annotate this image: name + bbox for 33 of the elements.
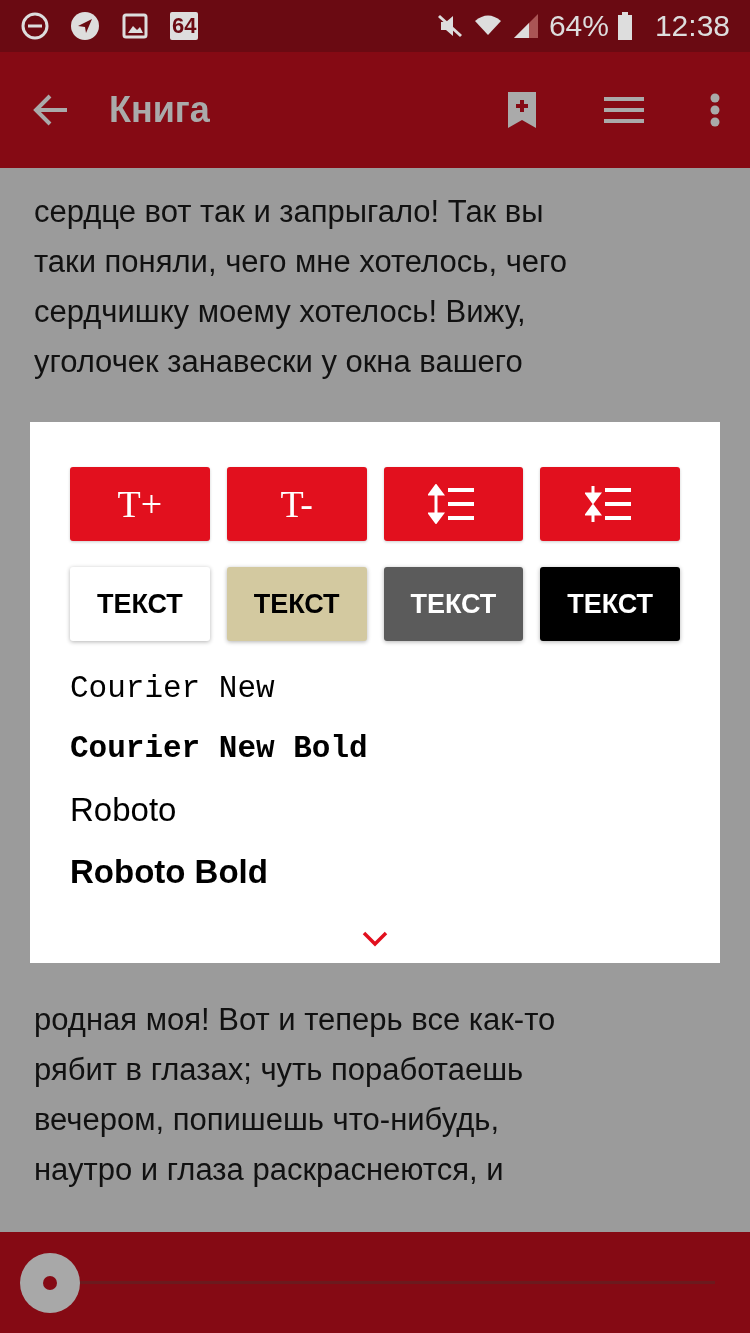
do-not-disturb-icon [20,11,50,41]
font-option[interactable]: Courier New [70,659,275,719]
battery-percent: 64% [548,9,609,43]
menu-icon[interactable] [604,96,644,124]
decrease-font-button[interactable]: T- [226,467,367,541]
book-text-line: родная моя! Вот и теперь все как-то [34,1001,557,1039]
theme-button[interactable]: ТЕКСТ [383,567,524,641]
decrease-spacing-button[interactable] [540,467,680,541]
theme-button[interactable]: ТЕКСТ [540,567,680,641]
image-icon [120,11,150,41]
book-text-line: рябит в глазах; чуть поработаешь [34,1051,525,1089]
theme-button[interactable]: ТЕКСТ [226,567,367,641]
calendar-icon: 64 [170,12,199,40]
battery-icon [616,12,633,40]
increase-spacing-button[interactable] [383,467,524,541]
font-option[interactable]: Roboto Bold [70,841,268,903]
clock: 12:38 [654,9,730,43]
back-arrow-icon[interactable] [33,94,69,126]
book-text-line: уголочек занавески у окна вашего [34,343,524,381]
bookmark-add-icon[interactable] [506,92,538,128]
book-text-line: сердце вот так и запрыгало! Так вы [34,193,545,231]
book-text-line: наутро и глаза раскраснеются, и [34,1151,505,1189]
book-text-line: вечером, попишешь что-нибудь, [34,1101,500,1139]
navigation-icon [70,11,100,41]
more-options-icon[interactable] [710,93,720,127]
font-option[interactable]: Courier New Bold [70,719,368,779]
book-text-line: таки поняли, чего мне хотелось, чего [34,243,568,281]
chevron-down-icon[interactable] [362,931,388,947]
book-text-line: сердчишку моему хотелось! Вижу, [34,293,527,331]
font-option[interactable]: Roboto [70,779,177,841]
screen-title: Книга [109,89,211,131]
increase-font-button[interactable]: T+ [70,467,210,541]
theme-button[interactable]: ТЕКСТ [70,567,210,641]
